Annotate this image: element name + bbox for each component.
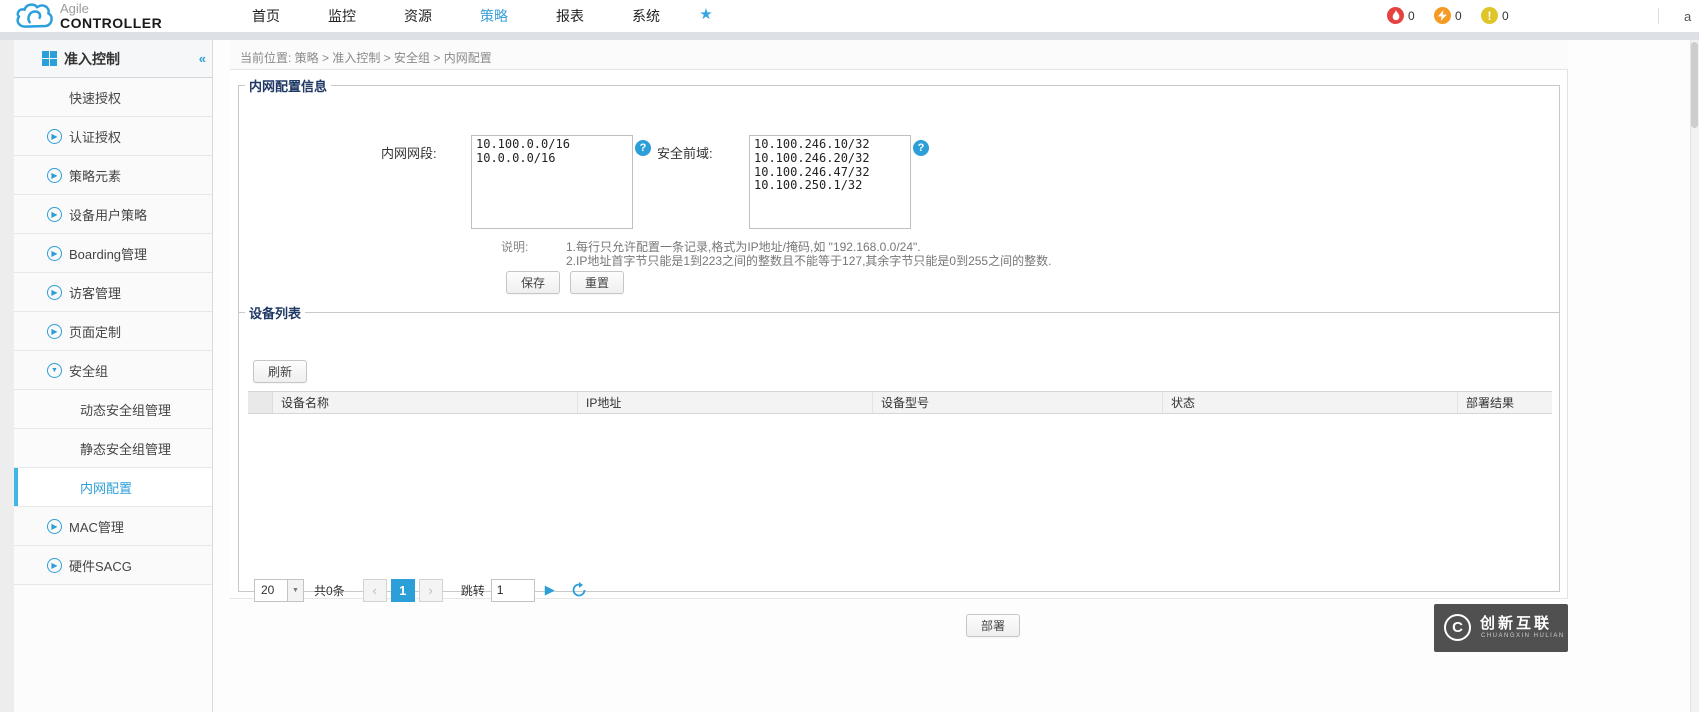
watermark-subtitle: CHUANGXIN HULIAN [1481, 633, 1565, 639]
go-page-icon[interactable]: ▶ [545, 582, 555, 598]
nav-monitor[interactable]: 监控 [304, 6, 380, 26]
collapse-group-icon: ▼ [47, 362, 62, 378]
save-button[interactable]: 保存 [506, 271, 561, 294]
next-page-button[interactable]: › [418, 578, 443, 602]
breadcrumb: 当前位置: 策略 > 准入控制 > 安全组 > 内网配置 [240, 51, 492, 65]
main-nav: 首页 监控 资源 策略 报表 系统 [228, 0, 684, 32]
user-menu[interactable]: a [1684, 9, 1691, 24]
page-size-select[interactable]: 20 ▼ [254, 578, 304, 602]
reset-button[interactable]: 重置 [570, 271, 625, 294]
content-panel: 当前位置: 策略 > 准入控制 > 安全组 > 内网配置 内网配置信息 内网网段… [230, 40, 1568, 602]
column-status[interactable]: 状态 [1163, 392, 1458, 413]
jump-page-input[interactable] [490, 578, 535, 602]
prev-page-button[interactable]: ‹ [362, 578, 387, 602]
help-icon[interactable]: ? [635, 140, 651, 156]
intranet-segment-textarea[interactable]: 10.100.0.0/16 10.0.0.0/16 [471, 135, 633, 229]
watermark-badge: C 创新互联 CHUANGXIN HULIAN [1434, 604, 1568, 652]
collapse-sidebar-icon[interactable]: « [199, 51, 206, 66]
app-logo: Agile CONTROLLER [14, 2, 162, 30]
expand-icon: ▶ [47, 323, 62, 339]
sidebar-item-device-user-policy[interactable]: ▶ 设备用户策略 [14, 195, 212, 234]
sidebar-item-mac-management[interactable]: ▶ MAC管理 [14, 507, 212, 546]
column-device-model[interactable]: 设备型号 [873, 392, 1163, 413]
device-section-title: 设备列表 [249, 306, 302, 321]
logo-text-bottom: CONTROLLER [60, 14, 163, 31]
nav-system[interactable]: 系统 [608, 6, 684, 26]
expand-icon: ▶ [47, 518, 62, 534]
expand-icon: ▶ [47, 128, 62, 144]
sidebar-header: 准入控制 « [14, 40, 212, 78]
total-count: 共0条 [314, 583, 345, 598]
sidebar-item-static-security-group[interactable]: 静态安全组管理 [14, 429, 212, 468]
refresh-table-icon[interactable] [571, 582, 587, 598]
critical-alarm-icon [1387, 7, 1404, 24]
minor-alarm-icon: ! [1481, 7, 1498, 24]
scrollbar-track[interactable] [1690, 40, 1699, 712]
sidebar-item-boarding-management[interactable]: ▶ Boarding管理 [14, 234, 212, 273]
note-line-2: 2.IP地址首字节只能是1到223之间的整数且不能等于127,其余字节只能是0到… [566, 254, 1052, 268]
expand-icon: ▶ [47, 245, 62, 261]
sidebar-item-dynamic-security-group[interactable]: 动态安全组管理 [14, 390, 212, 429]
nav-home[interactable]: 首页 [228, 6, 304, 26]
select-all-column[interactable] [248, 392, 273, 413]
nav-resource[interactable]: 资源 [380, 6, 456, 26]
alarm-minor[interactable]: ! 0 [1481, 7, 1509, 24]
sidebar-item-intranet-config[interactable]: 内网配置 [14, 468, 212, 507]
security-domain-label: 安全前域: [657, 146, 713, 161]
column-deploy-result[interactable]: 部署结果 [1458, 392, 1552, 413]
sidebar: 准入控制 « 快速授权 ▶ 认证授权 ▶ 策略元素 ▶ 设备用户策略 ▶ Boa… [14, 40, 213, 712]
sidebar-item-guest-management[interactable]: ▶ 访客管理 [14, 273, 212, 312]
help-icon[interactable]: ? [913, 140, 929, 156]
page-size-value: 20 [261, 583, 275, 597]
note-label: 说明: [501, 240, 529, 254]
sidebar-item-page-customization[interactable]: ▶ 页面定制 [14, 312, 212, 351]
intranet-config-section: 内网配置信息 内网网段: 10.100.0.0/16 10.0.0.0/16 ?… [238, 76, 1560, 320]
device-table-body-empty [248, 414, 1552, 577]
watermark-title: 创新互联 [1480, 615, 1553, 632]
top-header: Agile CONTROLLER 首页 监控 资源 策略 报表 系统 ★ 0 0 [0, 0, 1699, 32]
left-gutter [0, 40, 14, 712]
sidebar-item-auth-authorization[interactable]: ▶ 认证授权 [14, 117, 212, 156]
sidebar-item-security-group[interactable]: ▼ 安全组 [14, 351, 212, 390]
alarm-critical[interactable]: 0 [1387, 7, 1415, 24]
scrollbar-thumb[interactable] [1691, 42, 1698, 128]
watermark-logo-icon: C [1444, 614, 1471, 641]
jump-label: 跳转 [460, 583, 485, 598]
config-section-title: 内网配置信息 [249, 79, 328, 94]
major-alarm-icon [1434, 7, 1451, 24]
critical-alarm-count: 0 [1408, 8, 1415, 23]
chevron-down-icon[interactable]: ▼ [287, 579, 303, 601]
header-divider [1658, 8, 1659, 24]
refresh-button[interactable]: 刷新 [253, 360, 308, 383]
device-table-header: 设备名称 IP地址 设备型号 状态 部署结果 [248, 391, 1552, 414]
sidebar-item-quick-authorization[interactable]: 快速授权 [14, 78, 212, 117]
deploy-button[interactable]: 部署 [966, 614, 1021, 637]
security-domain-textarea[interactable]: 10.100.246.10/32 10.100.246.20/32 10.100… [749, 135, 911, 229]
logo-text-top: Agile [60, 1, 89, 16]
header-separator-band [0, 32, 1699, 40]
page: Agile CONTROLLER 首页 监控 资源 策略 报表 系统 ★ 0 0 [0, 0, 1699, 712]
nav-report[interactable]: 报表 [532, 6, 608, 26]
current-page-button[interactable]: 1 [390, 578, 415, 602]
breadcrumb-bar: 当前位置: 策略 > 准入控制 > 安全组 > 内网配置 [230, 40, 1568, 70]
cloud-logo-icon [16, 3, 53, 29]
device-list-section: 设备列表 刷新 设备名称 IP地址 设备型号 状态 部署结果 20 ▼ 共0条 … [238, 303, 1560, 602]
expand-icon: ▶ [47, 206, 62, 222]
minor-alarm-count: 0 [1502, 8, 1509, 23]
column-device-name[interactable]: 设备名称 [273, 392, 578, 413]
nav-policy[interactable]: 策略 [456, 6, 532, 26]
expand-icon: ▶ [47, 284, 62, 300]
alarm-major[interactable]: 0 [1434, 7, 1462, 24]
major-alarm-count: 0 [1455, 8, 1462, 23]
expand-icon: ▶ [47, 557, 62, 573]
sidebar-item-hardware-sacg[interactable]: ▶ 硬件SACG [14, 546, 212, 585]
intranet-segment-label: 内网网段: [381, 146, 437, 161]
column-ip-address[interactable]: IP地址 [578, 392, 873, 413]
pagination-bar: 20 ▼ 共0条 ‹ 1 › 跳转 ▶ [254, 578, 587, 602]
favorites-star-icon[interactable]: ★ [694, 5, 718, 23]
sidebar-title: 准入控制 [64, 50, 120, 67]
sidebar-item-policy-elements[interactable]: ▶ 策略元素 [14, 156, 212, 195]
expand-icon: ▶ [47, 167, 62, 183]
grid-icon [42, 51, 57, 66]
